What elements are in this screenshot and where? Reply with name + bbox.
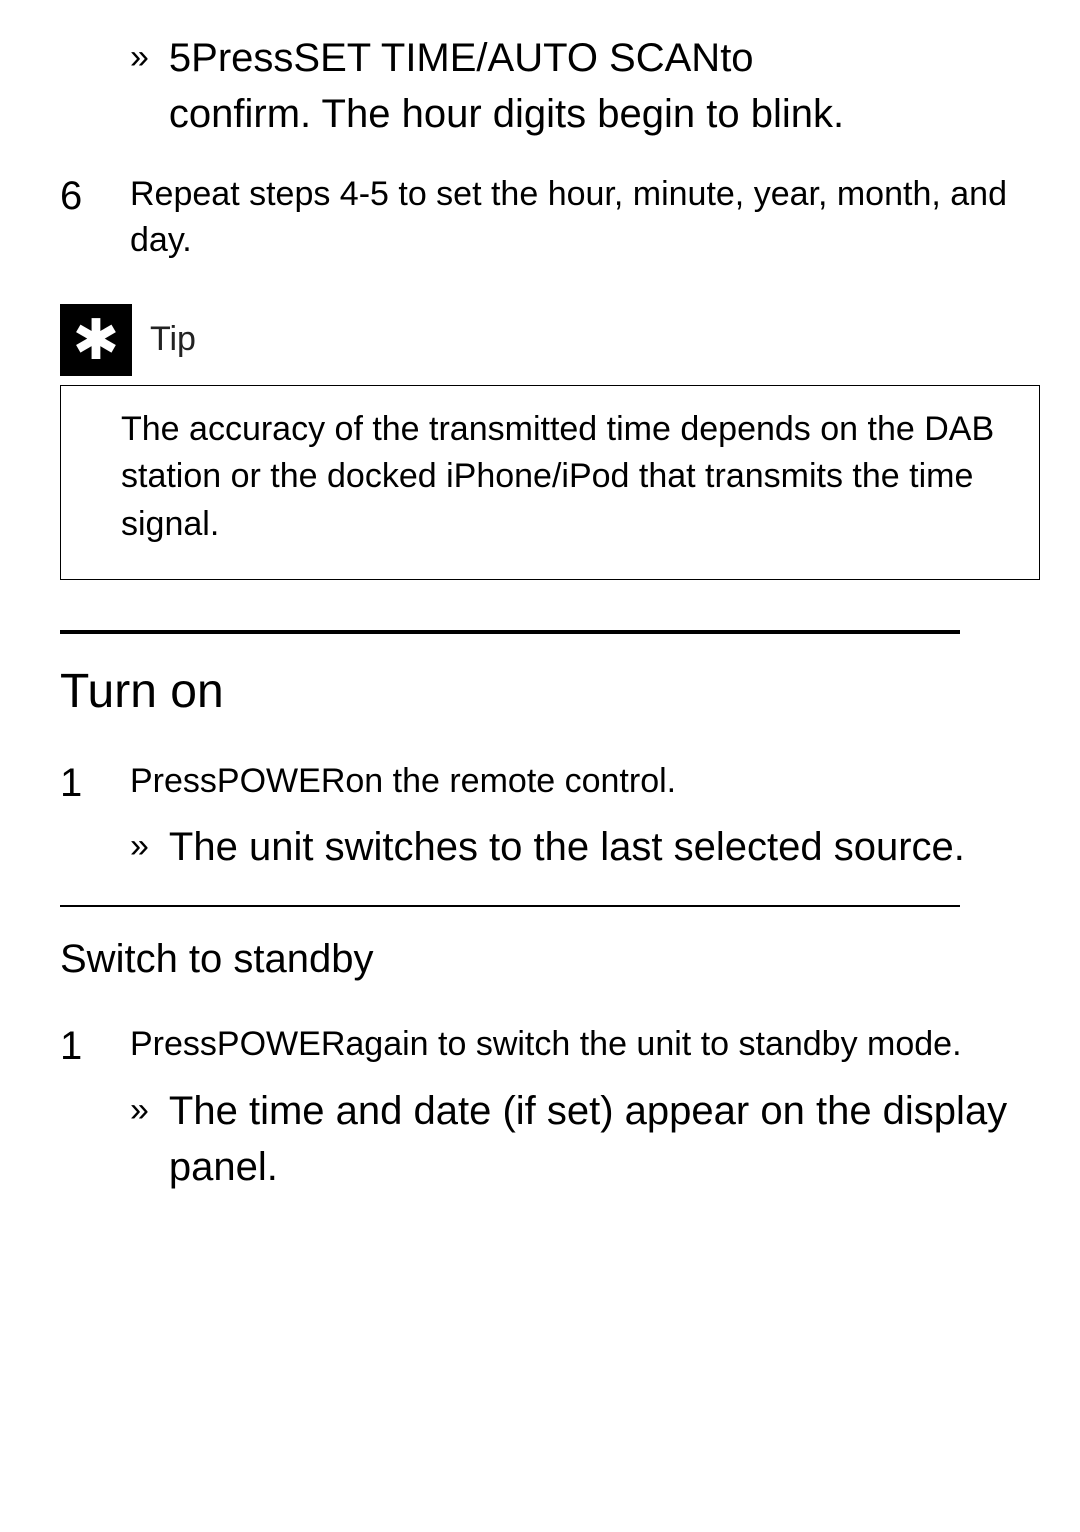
turn-on-step-1-a: Press — [130, 762, 217, 800]
heading-switch-standby: Switch to standby — [60, 937, 1040, 982]
turn-on-step-1-body: PressPOWERon the remote control. » The u… — [130, 759, 965, 876]
standby-step-1-a: Press — [130, 1025, 217, 1063]
turn-on-step-1-c: on the remote control. — [345, 762, 676, 800]
tip-header: ✱ Tip — [60, 304, 1040, 376]
result-arrow-icon: » — [130, 819, 149, 871]
standby-step-1-c: again to switch the unit to standby mode… — [345, 1025, 961, 1063]
standby-step-1-number: 1 — [60, 1022, 130, 1070]
substep-5-result: » 5PressSET TIME/AUTO SCANto conﬁrm. The… — [130, 30, 1040, 142]
result-arrow-icon: » — [130, 30, 149, 82]
substep-5-text: 5PressSET TIME/AUTO SCANto conﬁrm. The h… — [169, 30, 844, 142]
turn-on-step-1-number: 1 — [60, 759, 130, 807]
tip-label: Tip — [150, 320, 196, 359]
substep-5-line2: conﬁrm. The hour digits begin to blink. — [169, 92, 844, 136]
substep-5-suffix: to — [720, 36, 753, 80]
manual-page: » 5PressSET TIME/AUTO SCANto conﬁrm. The… — [0, 0, 1080, 1532]
result-arrow-icon: » — [130, 1083, 149, 1135]
subsection-divider — [60, 905, 960, 907]
standby-step-1: 1 PressPOWERagain to switch the unit to … — [60, 1022, 1040, 1195]
step-6: 6 Repeat steps 4-5 to set the hour, minu… — [60, 172, 1040, 264]
turn-on-step-1: 1 PressPOWERon the remote control. » The… — [60, 759, 1040, 876]
tip-body-text: The accuracy of the transmitted time dep… — [121, 410, 994, 543]
tip-box: The accuracy of the transmitted time dep… — [60, 385, 1040, 580]
standby-result-text: The time and date (if set) appear on the… — [169, 1083, 1040, 1195]
step-6-text: Repeat steps 4-5 to set the hour, minute… — [130, 172, 1040, 264]
turn-on-result-text: The unit switches to the last selected s… — [169, 819, 965, 875]
standby-step-1-body: PressPOWERagain to switch the unit to st… — [130, 1022, 1040, 1195]
section-divider — [60, 630, 960, 634]
substep-5-button-name: SET TIME/AUTO SCAN — [293, 36, 720, 80]
standby-result: » The time and date (if set) appear on t… — [130, 1083, 1040, 1195]
heading-turn-on: Turn on — [60, 664, 1040, 719]
turn-on-step-1-b: POWER — [217, 762, 345, 800]
turn-on-result: » The unit switches to the last selected… — [130, 819, 965, 875]
substep-5-prefix: 5Press — [169, 36, 294, 80]
step-6-number: 6 — [60, 172, 130, 220]
standby-step-1-b: POWER — [217, 1025, 345, 1063]
asterisk-icon: ✱ — [60, 304, 132, 376]
